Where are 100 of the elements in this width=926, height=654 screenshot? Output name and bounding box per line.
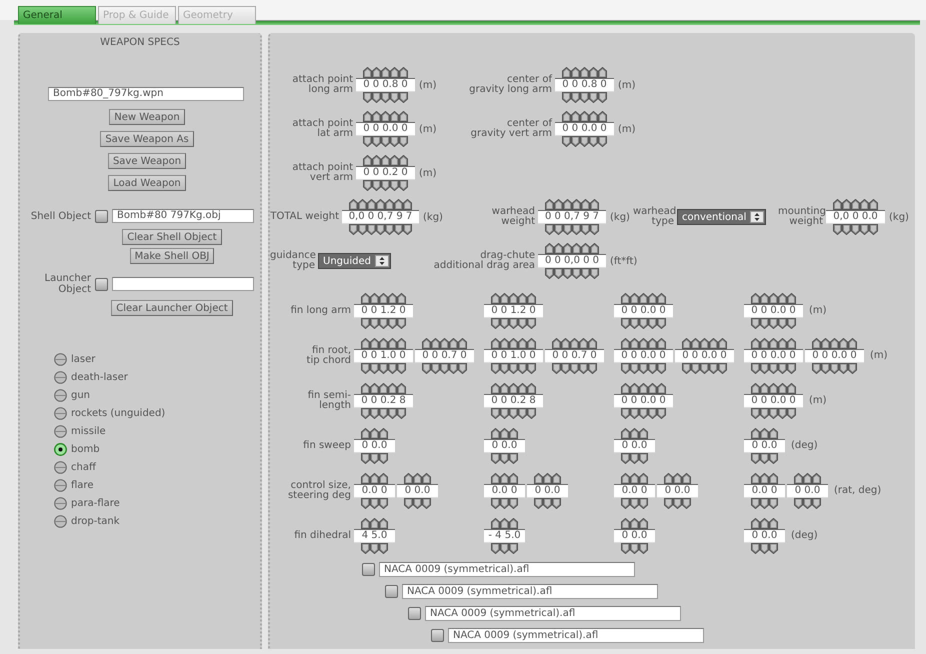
button[interactable]: Save Weapon [108, 153, 186, 169]
increment-arrow-icon[interactable] [639, 338, 648, 348]
increment-arrow-icon[interactable] [778, 382, 787, 394]
number-field[interactable]: 0 0.0 [744, 438, 785, 452]
number-field[interactable]: 0 0.0 [527, 484, 568, 498]
increment-arrow-icon[interactable] [543, 472, 552, 484]
text-field[interactable]: Bomb#80 797Kg.obj [112, 209, 254, 223]
increment-arrow-icon[interactable] [491, 428, 500, 438]
decrement-arrow-icon[interactable] [778, 362, 787, 374]
increment-arrow-icon[interactable] [370, 472, 379, 484]
decrement-arrow-icon[interactable] [545, 224, 554, 235]
increment-arrow-icon[interactable] [361, 472, 370, 484]
increment-arrow-icon[interactable] [621, 338, 630, 348]
button[interactable]: Clear Launcher Object [111, 300, 233, 316]
decrement-arrow-icon[interactable] [458, 362, 467, 374]
decrement-arrow-icon[interactable] [691, 362, 700, 374]
increment-arrow-icon[interactable] [581, 243, 590, 254]
increment-arrow-icon[interactable] [379, 518, 388, 528]
increment-arrow-icon[interactable] [630, 382, 639, 394]
increment-arrow-icon[interactable] [370, 382, 379, 394]
number-field[interactable]: 0.0 0 [614, 484, 655, 498]
number-field[interactable]: 0 0 0.0 0 [614, 304, 673, 318]
increment-arrow-icon[interactable] [760, 338, 769, 348]
number-field[interactable]: 4 5.0 [354, 528, 395, 542]
decrement-arrow-icon[interactable] [751, 452, 760, 464]
increment-arrow-icon[interactable] [500, 472, 509, 484]
decrement-arrow-icon[interactable] [403, 224, 412, 235]
increment-arrow-icon[interactable] [562, 67, 571, 78]
decrement-arrow-icon[interactable] [580, 136, 589, 147]
decrement-arrow-icon[interactable] [621, 408, 630, 418]
increment-arrow-icon[interactable] [833, 199, 842, 210]
decrement-arrow-icon[interactable] [751, 362, 760, 374]
increment-arrow-icon[interactable] [751, 428, 760, 438]
decrement-arrow-icon[interactable] [379, 318, 388, 328]
number-field[interactable]: 0 0 0.8 0 [555, 78, 614, 92]
decrement-arrow-icon[interactable] [372, 92, 381, 103]
increment-arrow-icon[interactable] [580, 67, 589, 78]
decrement-arrow-icon[interactable] [509, 452, 518, 464]
decrement-arrow-icon[interactable] [509, 542, 518, 554]
increment-arrow-icon[interactable] [598, 67, 607, 78]
decrement-arrow-icon[interactable] [431, 362, 440, 374]
increment-arrow-icon[interactable] [787, 382, 796, 394]
increment-arrow-icon[interactable] [630, 472, 639, 484]
increment-arrow-icon[interactable] [361, 292, 370, 304]
radio-button[interactable] [54, 424, 67, 438]
number-field[interactable]: 0 0 0.7 0 [415, 348, 474, 362]
decrement-arrow-icon[interactable] [682, 362, 691, 374]
checkbox[interactable] [385, 584, 398, 598]
decrement-arrow-icon[interactable] [527, 362, 536, 374]
decrement-arrow-icon[interactable] [518, 408, 527, 418]
increment-arrow-icon[interactable] [379, 292, 388, 304]
decrement-arrow-icon[interactable] [552, 498, 561, 508]
decrement-arrow-icon[interactable] [709, 362, 718, 374]
increment-arrow-icon[interactable] [664, 472, 673, 484]
decrement-arrow-icon[interactable] [363, 180, 372, 191]
decrement-arrow-icon[interactable] [491, 362, 500, 374]
increment-arrow-icon[interactable] [458, 338, 467, 348]
decrement-arrow-icon[interactable] [379, 408, 388, 418]
decrement-arrow-icon[interactable] [422, 498, 431, 508]
radio-button[interactable] [54, 370, 67, 384]
increment-arrow-icon[interactable] [509, 292, 518, 304]
radio-button[interactable] [54, 478, 67, 492]
number-field[interactable]: 0 0.0 [484, 438, 525, 452]
decrement-arrow-icon[interactable] [534, 498, 543, 508]
decrement-arrow-icon[interactable] [839, 362, 848, 374]
increment-arrow-icon[interactable] [589, 67, 598, 78]
decrement-arrow-icon[interactable] [390, 180, 399, 191]
increment-arrow-icon[interactable] [358, 199, 367, 210]
increment-arrow-icon[interactable] [403, 199, 412, 210]
increment-arrow-icon[interactable] [769, 292, 778, 304]
increment-arrow-icon[interactable] [399, 67, 408, 78]
increment-arrow-icon[interactable] [390, 67, 399, 78]
decrement-arrow-icon[interactable] [518, 362, 527, 374]
increment-arrow-icon[interactable] [691, 338, 700, 348]
number-field[interactable]: 0.0 0 [744, 484, 785, 498]
number-field[interactable]: 0 0 0.0 0 [555, 122, 614, 136]
increment-arrow-icon[interactable] [363, 155, 372, 166]
decrement-arrow-icon[interactable] [361, 318, 370, 328]
decrement-arrow-icon[interactable] [527, 318, 536, 328]
decrement-arrow-icon[interactable] [413, 498, 422, 508]
decrement-arrow-icon[interactable] [648, 408, 657, 418]
decrement-arrow-icon[interactable] [500, 498, 509, 508]
increment-arrow-icon[interactable] [388, 292, 397, 304]
decrement-arrow-icon[interactable] [830, 362, 839, 374]
decrement-arrow-icon[interactable] [562, 136, 571, 147]
number-field[interactable]: - 4 5.0 [484, 528, 525, 542]
number-field[interactable]: 0 0 0.0 0 [614, 348, 673, 362]
increment-arrow-icon[interactable] [518, 382, 527, 394]
number-field[interactable]: 0 0 1.2 0 [484, 304, 543, 318]
increment-arrow-icon[interactable] [751, 382, 760, 394]
increment-arrow-icon[interactable] [491, 518, 500, 528]
decrement-arrow-icon[interactable] [833, 224, 842, 235]
increment-arrow-icon[interactable] [621, 472, 630, 484]
increment-arrow-icon[interactable] [812, 472, 821, 484]
radio-button[interactable] [54, 352, 67, 366]
increment-arrow-icon[interactable] [379, 428, 388, 438]
decrement-arrow-icon[interactable] [361, 408, 370, 418]
increment-arrow-icon[interactable] [589, 111, 598, 122]
increment-arrow-icon[interactable] [527, 382, 536, 394]
increment-arrow-icon[interactable] [751, 292, 760, 304]
